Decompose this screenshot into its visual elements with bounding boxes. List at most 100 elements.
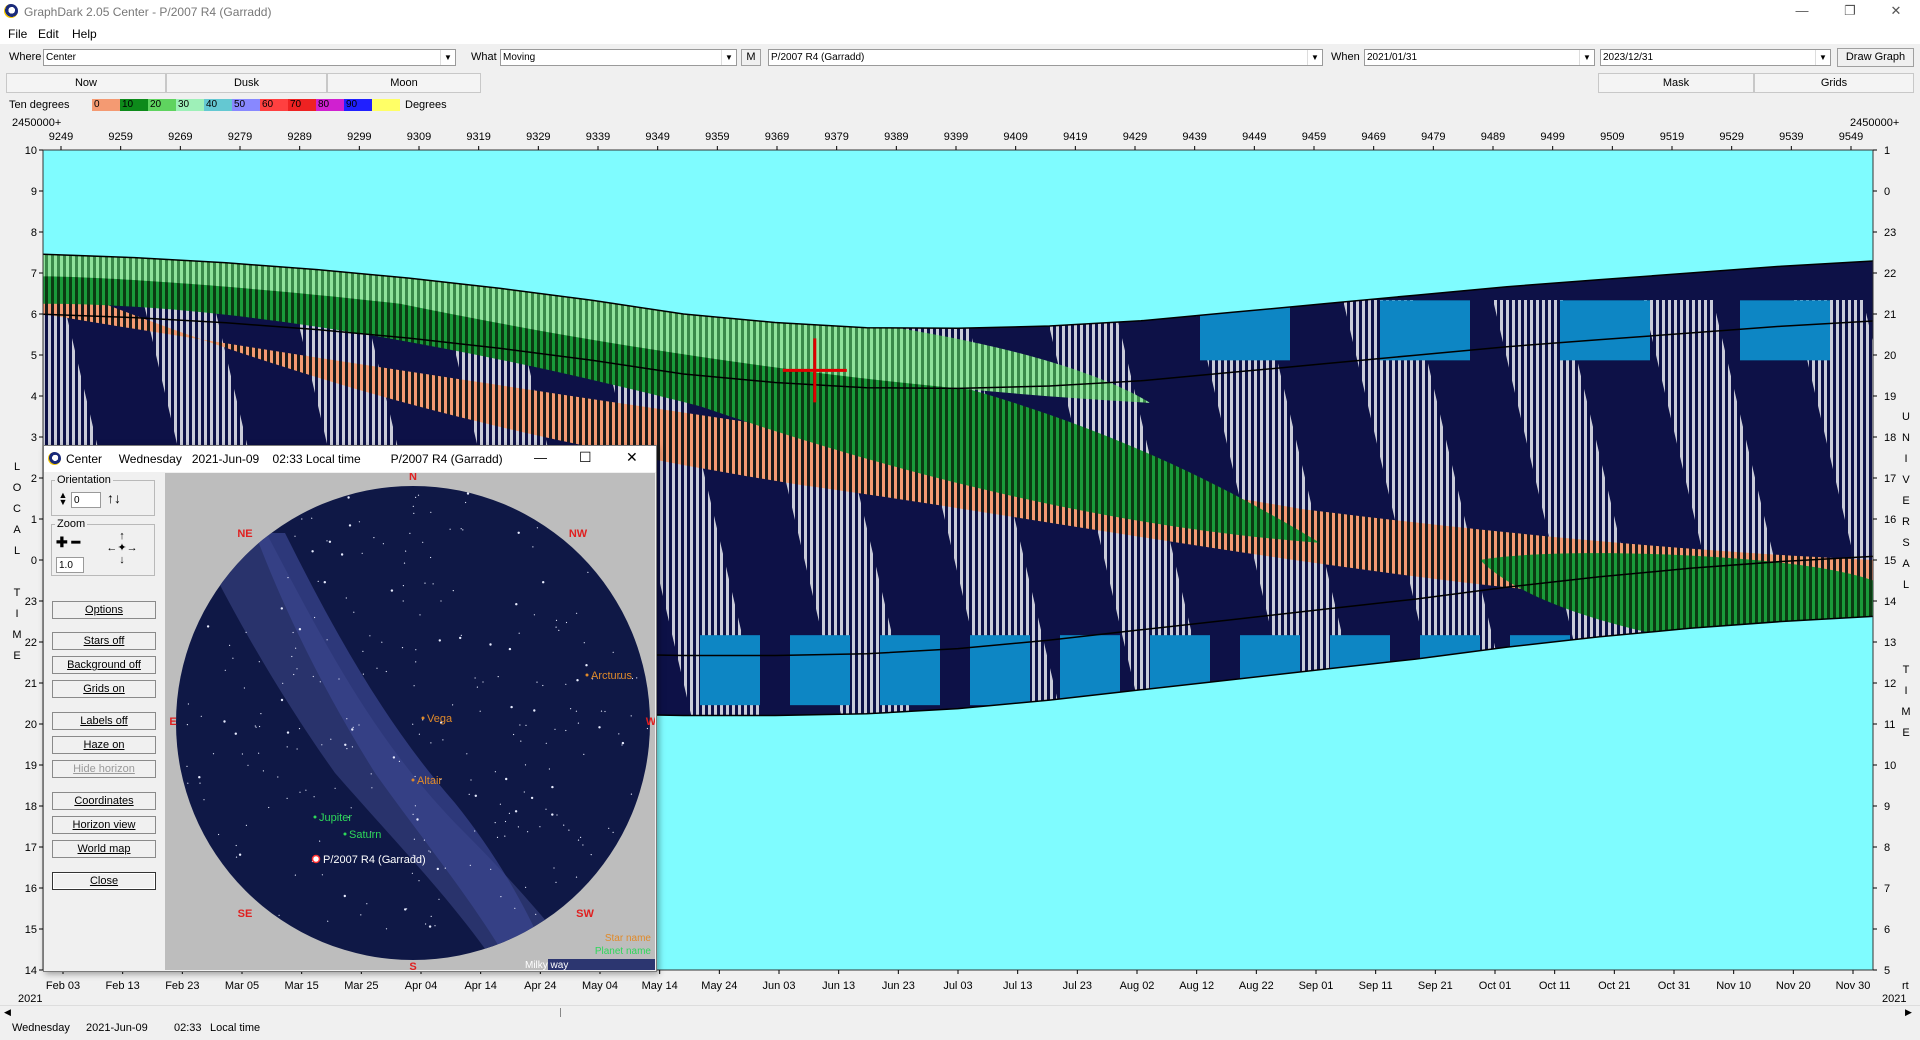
minimize-button[interactable]: — [1780,0,1824,22]
menu-file[interactable]: File [8,27,27,41]
star [235,856,238,858]
menu-edit[interactable]: Edit [38,27,59,41]
jd-tick-label: 9259 [108,131,132,143]
app-icon [48,452,61,465]
when-start-select[interactable]: 2021/01/31 ▼ [1364,49,1595,66]
star [280,607,283,610]
pan-arrows-icon[interactable]: ↑ ←✦→ ↓ [100,530,144,574]
right-hour-tick: 6 [1884,924,1890,936]
star [346,748,348,750]
left-hour-tick: 16 [25,883,37,895]
horizon-view-button[interactable]: Horizon view [52,816,156,834]
status-time-label: Local time [210,1022,261,1034]
star [555,881,557,883]
star [258,752,260,754]
star [496,836,499,838]
star [305,789,307,791]
star [539,826,541,828]
popup-maximize-button[interactable]: ☐ [579,449,592,466]
jd-tick-label: 9329 [526,131,550,143]
star [582,844,584,846]
coordinates-button[interactable]: Coordinates [52,792,156,810]
star [286,731,290,734]
chevron-down-icon: ▼ [1815,50,1830,65]
star [200,715,202,717]
scroll-right-icon[interactable]: ▶ [1905,1007,1912,1018]
hide-horizon-button[interactable]: Hide horizon [52,760,156,778]
star [404,908,407,911]
where-select[interactable]: Center ▼ [43,49,456,66]
star [413,685,415,687]
status-bar: Wednesday 2021-Jun-09 02:33 Local time [0,1018,1920,1040]
options-button[interactable]: Options [52,601,156,619]
tab-mask[interactable]: Mask [1598,73,1754,93]
tab-moon[interactable]: Moon [327,73,481,93]
star [515,603,518,606]
legend-swatch [372,99,400,111]
what-select[interactable]: Moving ▼ [500,49,737,66]
star [229,644,231,646]
star [504,835,506,837]
maximize-button[interactable]: ❐ [1828,0,1872,22]
tab-dusk[interactable]: Dusk [166,73,327,93]
star [494,771,496,773]
star [422,541,424,543]
legend-star-name: Star name [605,933,652,944]
grids-on-button[interactable]: Grids on [52,680,156,698]
draw-graph-button[interactable]: Draw Graph [1837,48,1914,67]
star [466,753,468,755]
date-tick-label: Oct 01 [1479,980,1511,992]
star [440,600,442,602]
star [525,886,527,888]
sky-view-title: Center Wednesday 2021-Jun-09 02:33 Local… [66,452,503,466]
right-hour-tick: 12 [1884,678,1896,690]
star [241,753,243,755]
left-axis-title-letter: M [12,629,21,641]
haze-on-button[interactable]: Haze on [52,736,156,754]
where-value: Center [46,52,77,63]
legend-swatch: 50 [232,99,260,111]
close-button[interactable]: ✕ [1874,0,1918,22]
orientation-input[interactable]: 0 [71,492,101,508]
menu-help[interactable]: Help [72,27,97,41]
scroll-thumb[interactable] [560,1008,561,1017]
tab-grids[interactable]: Grids [1754,73,1914,93]
when-start-value: 2021/01/31 [1367,52,1418,63]
star [313,796,315,798]
m-button[interactable]: M [741,49,761,66]
popup-close-button[interactable]: ✕ [626,449,638,466]
star [438,639,441,642]
star [575,710,577,712]
object-select[interactable]: P/2007 R4 (Garradd) ▼ [768,49,1323,66]
world-map-button[interactable]: World map [52,840,156,858]
when-end-select[interactable]: 2023/12/31 ▼ [1600,49,1831,66]
horizontal-scrollbar[interactable]: ◀ ▶ [0,1005,1920,1019]
scroll-left-icon[interactable]: ◀ [4,1007,11,1018]
corner-label: rt [1902,980,1909,992]
popup-minimize-button[interactable]: — [534,450,547,465]
right-hour-tick: 23 [1884,227,1896,239]
right-hour-tick: 15 [1884,555,1896,567]
labels-off-button[interactable]: Labels off [52,712,156,730]
stars-off-button[interactable]: Stars off [52,632,156,650]
zoom-input[interactable]: 1.0 [56,557,84,573]
star [402,600,404,602]
app-icon [4,4,18,18]
star [630,715,632,717]
star [224,669,226,671]
star [334,787,336,789]
star [430,742,432,744]
star [255,726,257,728]
jd-tick-label: 9499 [1540,131,1564,143]
star [462,529,464,531]
sky-map[interactable]: N NE NW E W SE SW S Vega Arcturus Altair Jupiter Sat… [165,473,655,970]
tab-now[interactable]: Now [6,73,166,93]
star [630,793,632,795]
star [563,824,565,826]
close-button[interactable]: Close [52,872,156,890]
star [199,782,201,784]
orientation-spin-icon[interactable]: ▲ ▼ [57,491,69,507]
zoom-plus-minus-icon[interactable]: ✚ ━ [56,534,80,551]
rotate-arrows-icon[interactable]: ↑↓ [107,490,121,506]
background-off-button[interactable]: Background off [52,656,156,674]
